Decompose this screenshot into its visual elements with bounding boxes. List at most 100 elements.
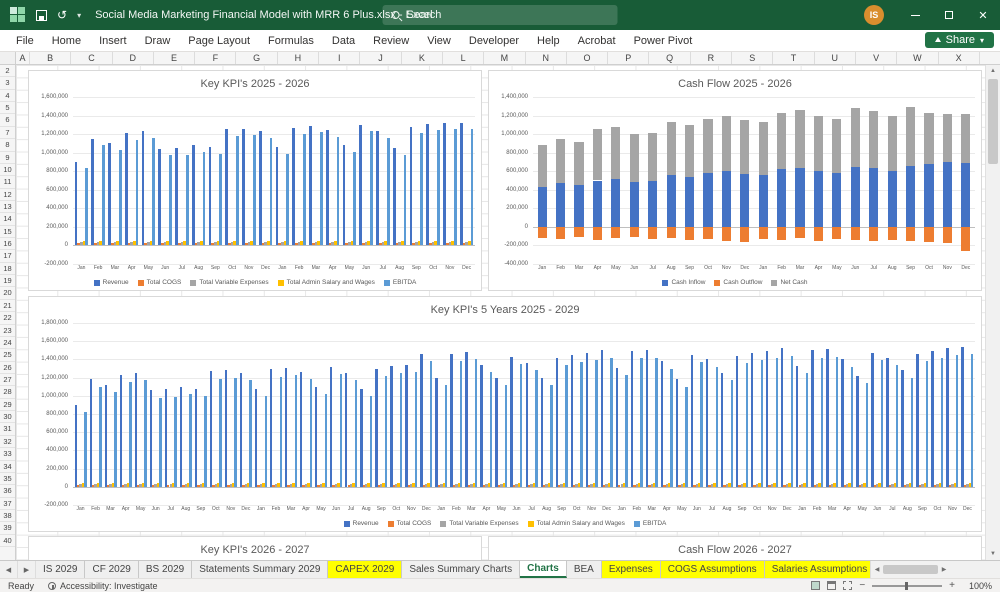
scroll-left-icon[interactable]: ◀ — [871, 566, 883, 573]
row-header-17[interactable]: 17 — [0, 250, 15, 262]
column-header-M[interactable]: M — [484, 52, 525, 64]
zoom-slider-thumb[interactable] — [905, 582, 908, 590]
column-header-O[interactable]: O — [567, 52, 608, 64]
row-header-5[interactable]: 5 — [0, 102, 15, 114]
column-header-L[interactable]: L — [443, 52, 484, 64]
sheet-nav-right-icon[interactable]: ▶ — [18, 561, 36, 578]
avatar[interactable]: IS — [864, 5, 884, 25]
column-header-V[interactable]: V — [856, 52, 897, 64]
undo-icon[interactable]: ↺ — [57, 9, 67, 21]
restore-button[interactable] — [932, 0, 966, 30]
minimize-button[interactable] — [898, 0, 932, 30]
column-header-G[interactable]: G — [236, 52, 277, 64]
row-header-16[interactable]: 16 — [0, 238, 15, 250]
share-button[interactable]: Share ▾ — [925, 32, 994, 48]
row-header-30[interactable]: 30 — [0, 411, 15, 423]
row-header-27[interactable]: 27 — [0, 374, 15, 386]
column-header-E[interactable]: E — [154, 52, 195, 64]
horizontal-scrollbar[interactable]: ◀ ▶ — [870, 561, 1000, 578]
close-button[interactable]: ✕ — [966, 0, 1000, 30]
ribbon-tab-review[interactable]: Review — [365, 32, 417, 50]
column-header-H[interactable]: H — [278, 52, 319, 64]
sheet-tab-cogs-assumptions[interactable]: COGS Assumptions — [661, 561, 765, 578]
column-header-X[interactable]: X — [939, 52, 980, 64]
row-header-9[interactable]: 9 — [0, 152, 15, 164]
row-header-28[interactable]: 28 — [0, 386, 15, 398]
row-header-23[interactable]: 23 — [0, 325, 15, 337]
sheet-tab-salaries-assumptions[interactable]: Salaries Assumptions — [765, 561, 876, 578]
sheet-tab-is-2029[interactable]: IS 2029 — [36, 561, 85, 578]
ribbon-tab-acrobat[interactable]: Acrobat — [570, 32, 624, 50]
column-header-I[interactable]: I — [319, 52, 360, 64]
row-header-12[interactable]: 12 — [0, 189, 15, 201]
column-header-W[interactable]: W — [897, 52, 938, 64]
row-header-39[interactable]: 39 — [0, 522, 15, 534]
page-layout-view-icon[interactable] — [827, 581, 836, 590]
ribbon-tab-home[interactable]: Home — [44, 32, 89, 50]
row-header-24[interactable]: 24 — [0, 337, 15, 349]
sheet-tab-capex-2029[interactable]: CAPEX 2029 — [328, 561, 402, 578]
row-header-14[interactable]: 14 — [0, 213, 15, 225]
row-header-32[interactable]: 32 — [0, 436, 15, 448]
row-header-19[interactable]: 19 — [0, 275, 15, 287]
column-header-J[interactable]: J — [360, 52, 401, 64]
scroll-down-icon[interactable]: ▼ — [986, 548, 1000, 560]
ribbon-tab-file[interactable]: File — [8, 32, 42, 50]
zoom-slider[interactable] — [872, 585, 942, 587]
ribbon-tab-data[interactable]: Data — [324, 32, 363, 50]
chart-key-kpi-5-years[interactable]: Key KPI's 5 Years 2025 - 20291,800,0001,… — [28, 296, 982, 532]
column-header-K[interactable]: K — [402, 52, 443, 64]
row-header-20[interactable]: 20 — [0, 287, 15, 299]
row-header-33[interactable]: 33 — [0, 448, 15, 460]
column-header-B[interactable]: B — [30, 52, 71, 64]
chart-cash-flow-2026-2027[interactable]: Cash Flow 2026 - 2027 — [488, 536, 982, 560]
row-header-8[interactable]: 8 — [0, 139, 15, 151]
row-header-18[interactable]: 18 — [0, 263, 15, 275]
column-header-R[interactable]: R — [691, 52, 732, 64]
save-icon[interactable] — [36, 10, 47, 21]
sheet-tab-expenses[interactable]: Expenses — [602, 561, 661, 578]
sheet-tab-charts[interactable]: Charts — [520, 561, 567, 578]
column-header-S[interactable]: S — [732, 52, 773, 64]
row-header-13[interactable]: 13 — [0, 201, 15, 213]
column-header-Q[interactable]: Q — [649, 52, 690, 64]
row-header-38[interactable]: 38 — [0, 510, 15, 522]
chart-key-kpi-2025-2026[interactable]: Key KPI's 2025 - 20261,600,0001,400,0001… — [28, 70, 482, 291]
qat-customize-caret-icon[interactable]: ▾ — [77, 11, 81, 20]
row-header-37[interactable]: 37 — [0, 498, 15, 510]
chart-cash-flow-2025-2026[interactable]: Cash Flow 2025 - 20261,400,0001,200,0001… — [488, 70, 982, 291]
chart-key-kpi-2026-2027[interactable]: Key KPI's 2026 - 2027 — [28, 536, 482, 560]
row-header-11[interactable]: 11 — [0, 176, 15, 188]
row-header-2[interactable]: 2 — [0, 65, 15, 77]
sheet-tab-statements-summary-2029[interactable]: Statements Summary 2029 — [192, 561, 328, 578]
excel-app-icon[interactable] — [10, 7, 26, 23]
horizontal-scrollbar-thumb[interactable] — [883, 565, 938, 574]
sheet-nav-left-icon[interactable]: ◀ — [0, 561, 18, 578]
select-all-corner[interactable] — [0, 52, 16, 64]
ribbon-tab-power-pivot[interactable]: Power Pivot — [626, 32, 701, 50]
page-break-view-icon[interactable] — [843, 581, 852, 590]
ribbon-tab-view[interactable]: View — [419, 32, 459, 50]
row-header-22[interactable]: 22 — [0, 312, 15, 324]
column-header-P[interactable]: P — [608, 52, 649, 64]
row-header-35[interactable]: 35 — [0, 473, 15, 485]
ribbon-tab-page-layout[interactable]: Page Layout — [180, 32, 258, 50]
column-header-U[interactable]: U — [815, 52, 856, 64]
scroll-up-icon[interactable]: ▲ — [986, 65, 1000, 77]
row-header-34[interactable]: 34 — [0, 461, 15, 473]
ribbon-tab-insert[interactable]: Insert — [91, 32, 135, 50]
row-header-26[interactable]: 26 — [0, 362, 15, 374]
column-header-T[interactable]: T — [773, 52, 814, 64]
row-header-15[interactable]: 15 — [0, 226, 15, 238]
column-header-A[interactable]: A — [16, 52, 30, 64]
row-header-25[interactable]: 25 — [0, 349, 15, 361]
column-header-C[interactable]: C — [71, 52, 112, 64]
sheet-tab-bs-2029[interactable]: BS 2029 — [139, 561, 192, 578]
normal-view-icon[interactable] — [811, 581, 820, 590]
accessibility-status[interactable]: Accessibility: Investigate — [48, 581, 158, 591]
vertical-scrollbar-thumb[interactable] — [988, 79, 998, 164]
row-header-4[interactable]: 4 — [0, 90, 15, 102]
search-box[interactable]: Search — [383, 5, 618, 25]
ribbon-tab-developer[interactable]: Developer — [461, 32, 527, 50]
ribbon-tab-draw[interactable]: Draw — [137, 32, 179, 50]
